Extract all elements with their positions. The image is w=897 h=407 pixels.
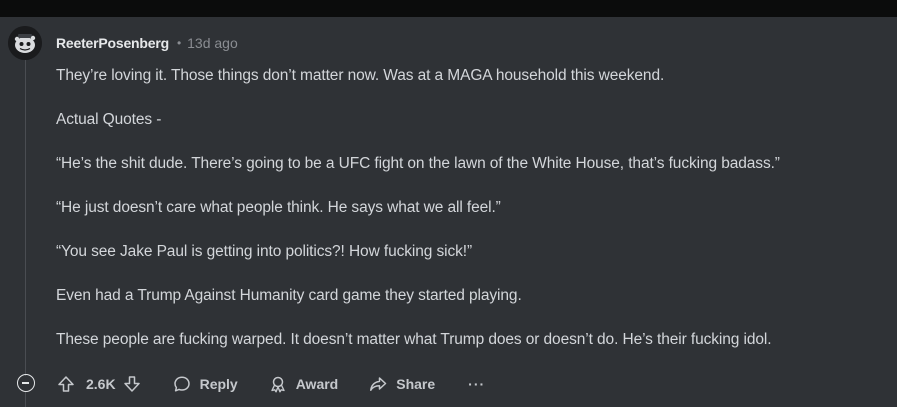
comment-paragraph: “He just doesn’t care what people think.… bbox=[56, 199, 501, 216]
comment-paragraph: Actual Quotes - bbox=[56, 111, 162, 128]
comment-paragraph: Even had a Trump Against Humanity card g… bbox=[56, 287, 522, 304]
speech-bubble-icon bbox=[172, 374, 192, 394]
award-ribbon-icon bbox=[268, 374, 288, 394]
comment-timestamp[interactable]: 13d ago bbox=[187, 35, 238, 51]
share-arrow-icon bbox=[368, 374, 388, 394]
arrow-down-icon[interactable] bbox=[122, 374, 142, 394]
share-label: Share bbox=[396, 376, 436, 392]
meta-separator: • bbox=[176, 36, 182, 50]
reply-label: Reply bbox=[199, 376, 238, 392]
thread-line[interactable] bbox=[25, 46, 26, 376]
snoo-avatar-icon bbox=[8, 26, 42, 60]
avatar[interactable] bbox=[8, 26, 42, 60]
comment-body: They’re loving it. Those things don’t ma… bbox=[56, 66, 891, 374]
comment-paragraph: “You see Jake Paul is getting into polit… bbox=[56, 243, 473, 260]
comment-header: ReeterPosenberg • 13d ago bbox=[56, 34, 238, 52]
vote-score: 2.6K bbox=[86, 376, 116, 392]
comment-paragraph: They’re loving it. Those things don’t ma… bbox=[56, 67, 665, 84]
thread-line[interactable] bbox=[25, 392, 26, 407]
vote-group: 2.6K bbox=[56, 374, 142, 394]
more-options-button[interactable]: ··· bbox=[468, 376, 485, 392]
comment-paragraph: These people are fucking warped. It does… bbox=[56, 331, 772, 348]
share-button[interactable]: Share bbox=[368, 374, 435, 394]
minus-circle-icon[interactable] bbox=[17, 374, 35, 392]
comment-action-bar: 2.6K Reply Award Share ··· bbox=[56, 370, 485, 398]
comment-paragraph: “He’s the shit dude. There’s going to be… bbox=[56, 155, 780, 172]
award-button[interactable]: Award bbox=[268, 374, 339, 394]
arrow-up-icon[interactable] bbox=[56, 374, 76, 394]
award-label: Award bbox=[295, 376, 339, 392]
reply-button[interactable]: Reply bbox=[172, 374, 238, 394]
username-link[interactable]: ReeterPosenberg bbox=[56, 35, 169, 51]
